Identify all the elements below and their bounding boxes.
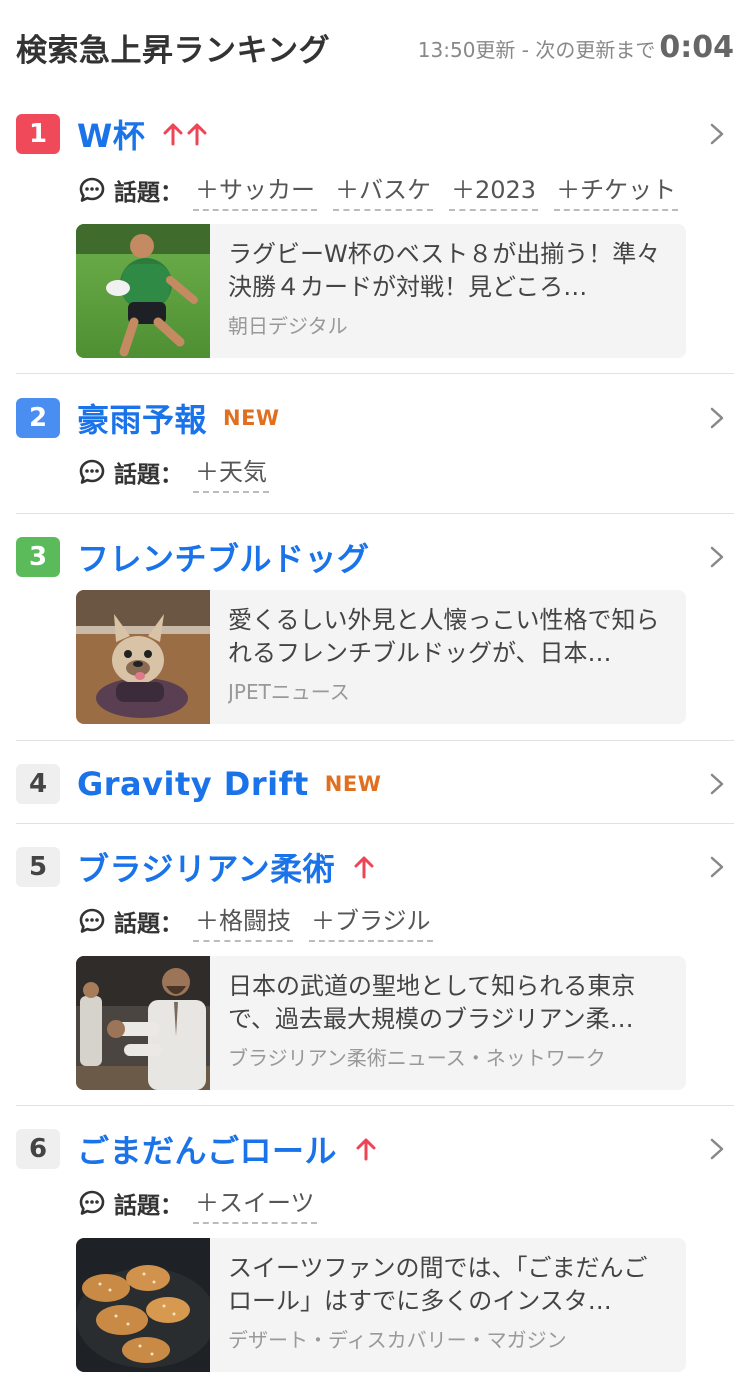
related-topics: 話題： ＋スイーツ — [78, 1183, 734, 1224]
french-bulldog-photo — [76, 590, 210, 724]
news-card[interactable]: ラグビーW杯のベスト８が出揃う！準々決勝４カードが対戦！見どころ… 朝日デジタル — [76, 224, 686, 358]
topic-chip[interactable]: ＋サッカー — [193, 170, 317, 211]
news-source: デザート・ディスカバリー・マガジン — [228, 1328, 567, 1352]
news-source: ブラジリアン柔術ニュース・ネットワーク — [228, 1046, 606, 1070]
chat-bubble-icon — [79, 1190, 105, 1215]
ranking-item-4[interactable]: 4 Gravity Drift NEW — [16, 762, 734, 806]
related-topics: 話題： ＋サッカー ＋バスケ ＋2023 ＋チケット — [78, 170, 734, 211]
chat-bubble-icon — [79, 459, 105, 484]
topic-chip[interactable]: ＋ブラジル — [309, 901, 433, 942]
divider — [16, 740, 734, 741]
news-description: 日本の武道の聖地として知られる東京で、過去最大規模のブラジリアン柔… — [228, 972, 636, 1033]
news-card[interactable]: 日本の武道の聖地として知られる東京で、過去最大規模のブラジリアン柔… ブラジリア… — [76, 956, 686, 1090]
news-description: 愛くるしい外見と人懐っこい性格で知られるフレンチブルドッグが、日本… — [228, 606, 660, 667]
related-topics: 話題： ＋天気 — [78, 452, 734, 493]
news-description: スイーツファンの間では、「ごまだんごロール」はすでに多くのインスタ… — [228, 1254, 648, 1315]
chevron-right-icon[interactable] — [706, 406, 728, 430]
topic-chip[interactable]: ＋バスケ — [333, 170, 433, 211]
chevron-right-icon[interactable] — [706, 1137, 728, 1161]
divider — [16, 513, 734, 514]
chevron-right-icon[interactable] — [706, 545, 728, 569]
martial-artist-photo — [76, 956, 210, 1090]
update-countdown: 0:04 — [659, 29, 734, 65]
news-card[interactable]: スイーツファンの間では、「ごまだんごロール」はすでに多くのインスタ… デザート・… — [76, 1238, 686, 1372]
news-source: JPETニュース — [228, 680, 350, 704]
topic-chip[interactable]: ＋スイーツ — [193, 1183, 317, 1224]
divider — [16, 1105, 734, 1106]
news-source: 朝日デジタル — [228, 314, 348, 338]
rank-number: 5 — [16, 847, 60, 887]
double-up-arrow-icon — [161, 122, 211, 146]
up-arrow-icon — [351, 855, 377, 879]
topics-label: 話題： — [114, 911, 183, 937]
rank-number: 3 — [16, 537, 60, 577]
rank-number: 6 — [16, 1129, 60, 1169]
topic-chip[interactable]: ＋天気 — [193, 452, 269, 493]
topic-chip[interactable]: ＋チケット — [554, 170, 679, 211]
rank-number: 4 — [16, 764, 60, 804]
chevron-right-icon[interactable] — [706, 772, 728, 796]
topic-chip[interactable]: ＋2023 — [449, 170, 539, 211]
page-title: 検索急上昇ランキング — [16, 32, 331, 69]
trend-title-link[interactable]: ごまだんごロール — [77, 1126, 337, 1172]
topics-label: 話題： — [114, 180, 183, 206]
news-card[interactable]: 愛くるしい外見と人懐っこい性格で知られるフレンチブルドッグが、日本… JPETニ… — [76, 590, 686, 724]
ranking-item-1[interactable]: 1 W杯 話題： ＋サッカー ＋バスケ ＋2023 ＋チケット ラグビーW杯のベ… — [16, 112, 734, 358]
ranking-item-5[interactable]: 5 ブラジリアン柔術 話題： ＋格闘技 ＋ブラジル 日本の武道の聖地として知られ… — [16, 845, 734, 1091]
rank-number: 2 — [16, 398, 60, 438]
rank-number: 1 — [16, 114, 60, 154]
chevron-right-icon[interactable] — [706, 122, 728, 146]
chevron-right-icon[interactable] — [706, 855, 728, 879]
trend-title-link[interactable]: W杯 — [77, 111, 145, 157]
ranking-item-3[interactable]: 3 フレンチブルドッグ 愛くるしい外見と人懐っこい性格で知られるフレンチブルドッ… — [16, 535, 734, 725]
chat-bubble-icon — [79, 177, 105, 202]
ranking-item-2[interactable]: 2 豪雨予報 NEW 話題： ＋天気 — [16, 396, 734, 496]
new-badge: NEW — [324, 772, 382, 796]
ranking-item-6[interactable]: 6 ごまだんごロール 話題： ＋スイーツ スイーツファンの間では、「ごまだんごロ… — [16, 1127, 734, 1373]
trend-title-link[interactable]: ブラジリアン柔術 — [77, 844, 335, 890]
topics-label: 話題： — [114, 462, 183, 488]
divider — [16, 823, 734, 824]
rugby-player-photo — [76, 224, 210, 358]
update-status: 13:50更新 - 次の更新まで 0:04 — [418, 30, 734, 65]
trend-title-link[interactable]: フレンチブルドッグ — [77, 534, 370, 580]
ranking-header: 検索急上昇ランキング 13:50更新 - 次の更新まで 0:04 — [16, 22, 734, 72]
topic-chip[interactable]: ＋格闘技 — [193, 901, 293, 942]
related-topics: 話題： ＋格闘技 ＋ブラジル — [78, 901, 734, 942]
trend-title-link[interactable]: Gravity Drift — [77, 765, 309, 803]
sesame-rolls-photo — [76, 1238, 210, 1372]
new-badge: NEW — [223, 406, 280, 430]
chat-bubble-icon — [79, 908, 105, 933]
trend-title-link[interactable]: 豪雨予報 — [77, 395, 207, 441]
up-arrow-icon — [353, 1137, 379, 1161]
news-description: ラグビーW杯のベスト８が出揃う！準々決勝４カードが対戦！見どころ… — [228, 240, 661, 301]
topics-label: 話題： — [114, 1193, 183, 1219]
update-time-text: 13:50更新 - 次の更新まで — [417, 37, 656, 62]
divider — [16, 373, 734, 374]
